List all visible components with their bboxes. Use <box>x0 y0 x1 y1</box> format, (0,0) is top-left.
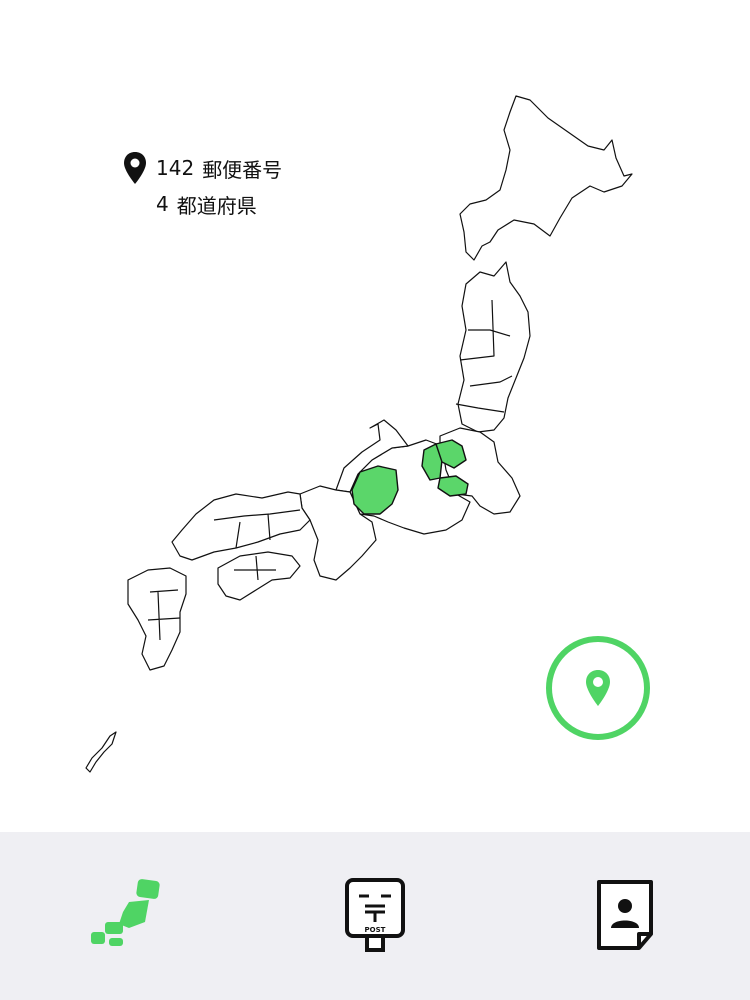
postal-count-row: 142 郵便番号 <box>120 150 282 186</box>
japan-map-icon <box>91 879 160 946</box>
prefecture-label: 都道府県 <box>176 193 257 218</box>
contact-card-icon <box>597 880 653 950</box>
prefecture-count-row: 4 都道府県 <box>120 186 282 222</box>
tab-map[interactable] <box>65 856 185 976</box>
postal-count: 142 <box>156 156 195 180</box>
prefecture-count: 4 <box>156 192 169 216</box>
location-pin-icon <box>124 152 146 184</box>
location-pin-icon <box>586 670 610 706</box>
okinawa <box>85 731 117 773</box>
post-box-icon: POST <box>345 878 405 952</box>
postal-label: 郵便番号 <box>202 157 283 182</box>
hokkaido <box>459 95 633 261</box>
tab-bar: POST <box>0 832 750 1000</box>
tab-post[interactable]: POST <box>315 856 435 976</box>
stats-panel: 142 郵便番号 4 都道府県 <box>120 150 282 222</box>
locate-button[interactable] <box>546 636 650 740</box>
post-box-text: POST <box>365 926 386 934</box>
chugoku <box>171 491 311 561</box>
tab-profile[interactable] <box>565 856 685 976</box>
shikoku <box>217 551 301 601</box>
app-screen: 142 郵便番号 4 都道府県 POST <box>0 0 750 1000</box>
